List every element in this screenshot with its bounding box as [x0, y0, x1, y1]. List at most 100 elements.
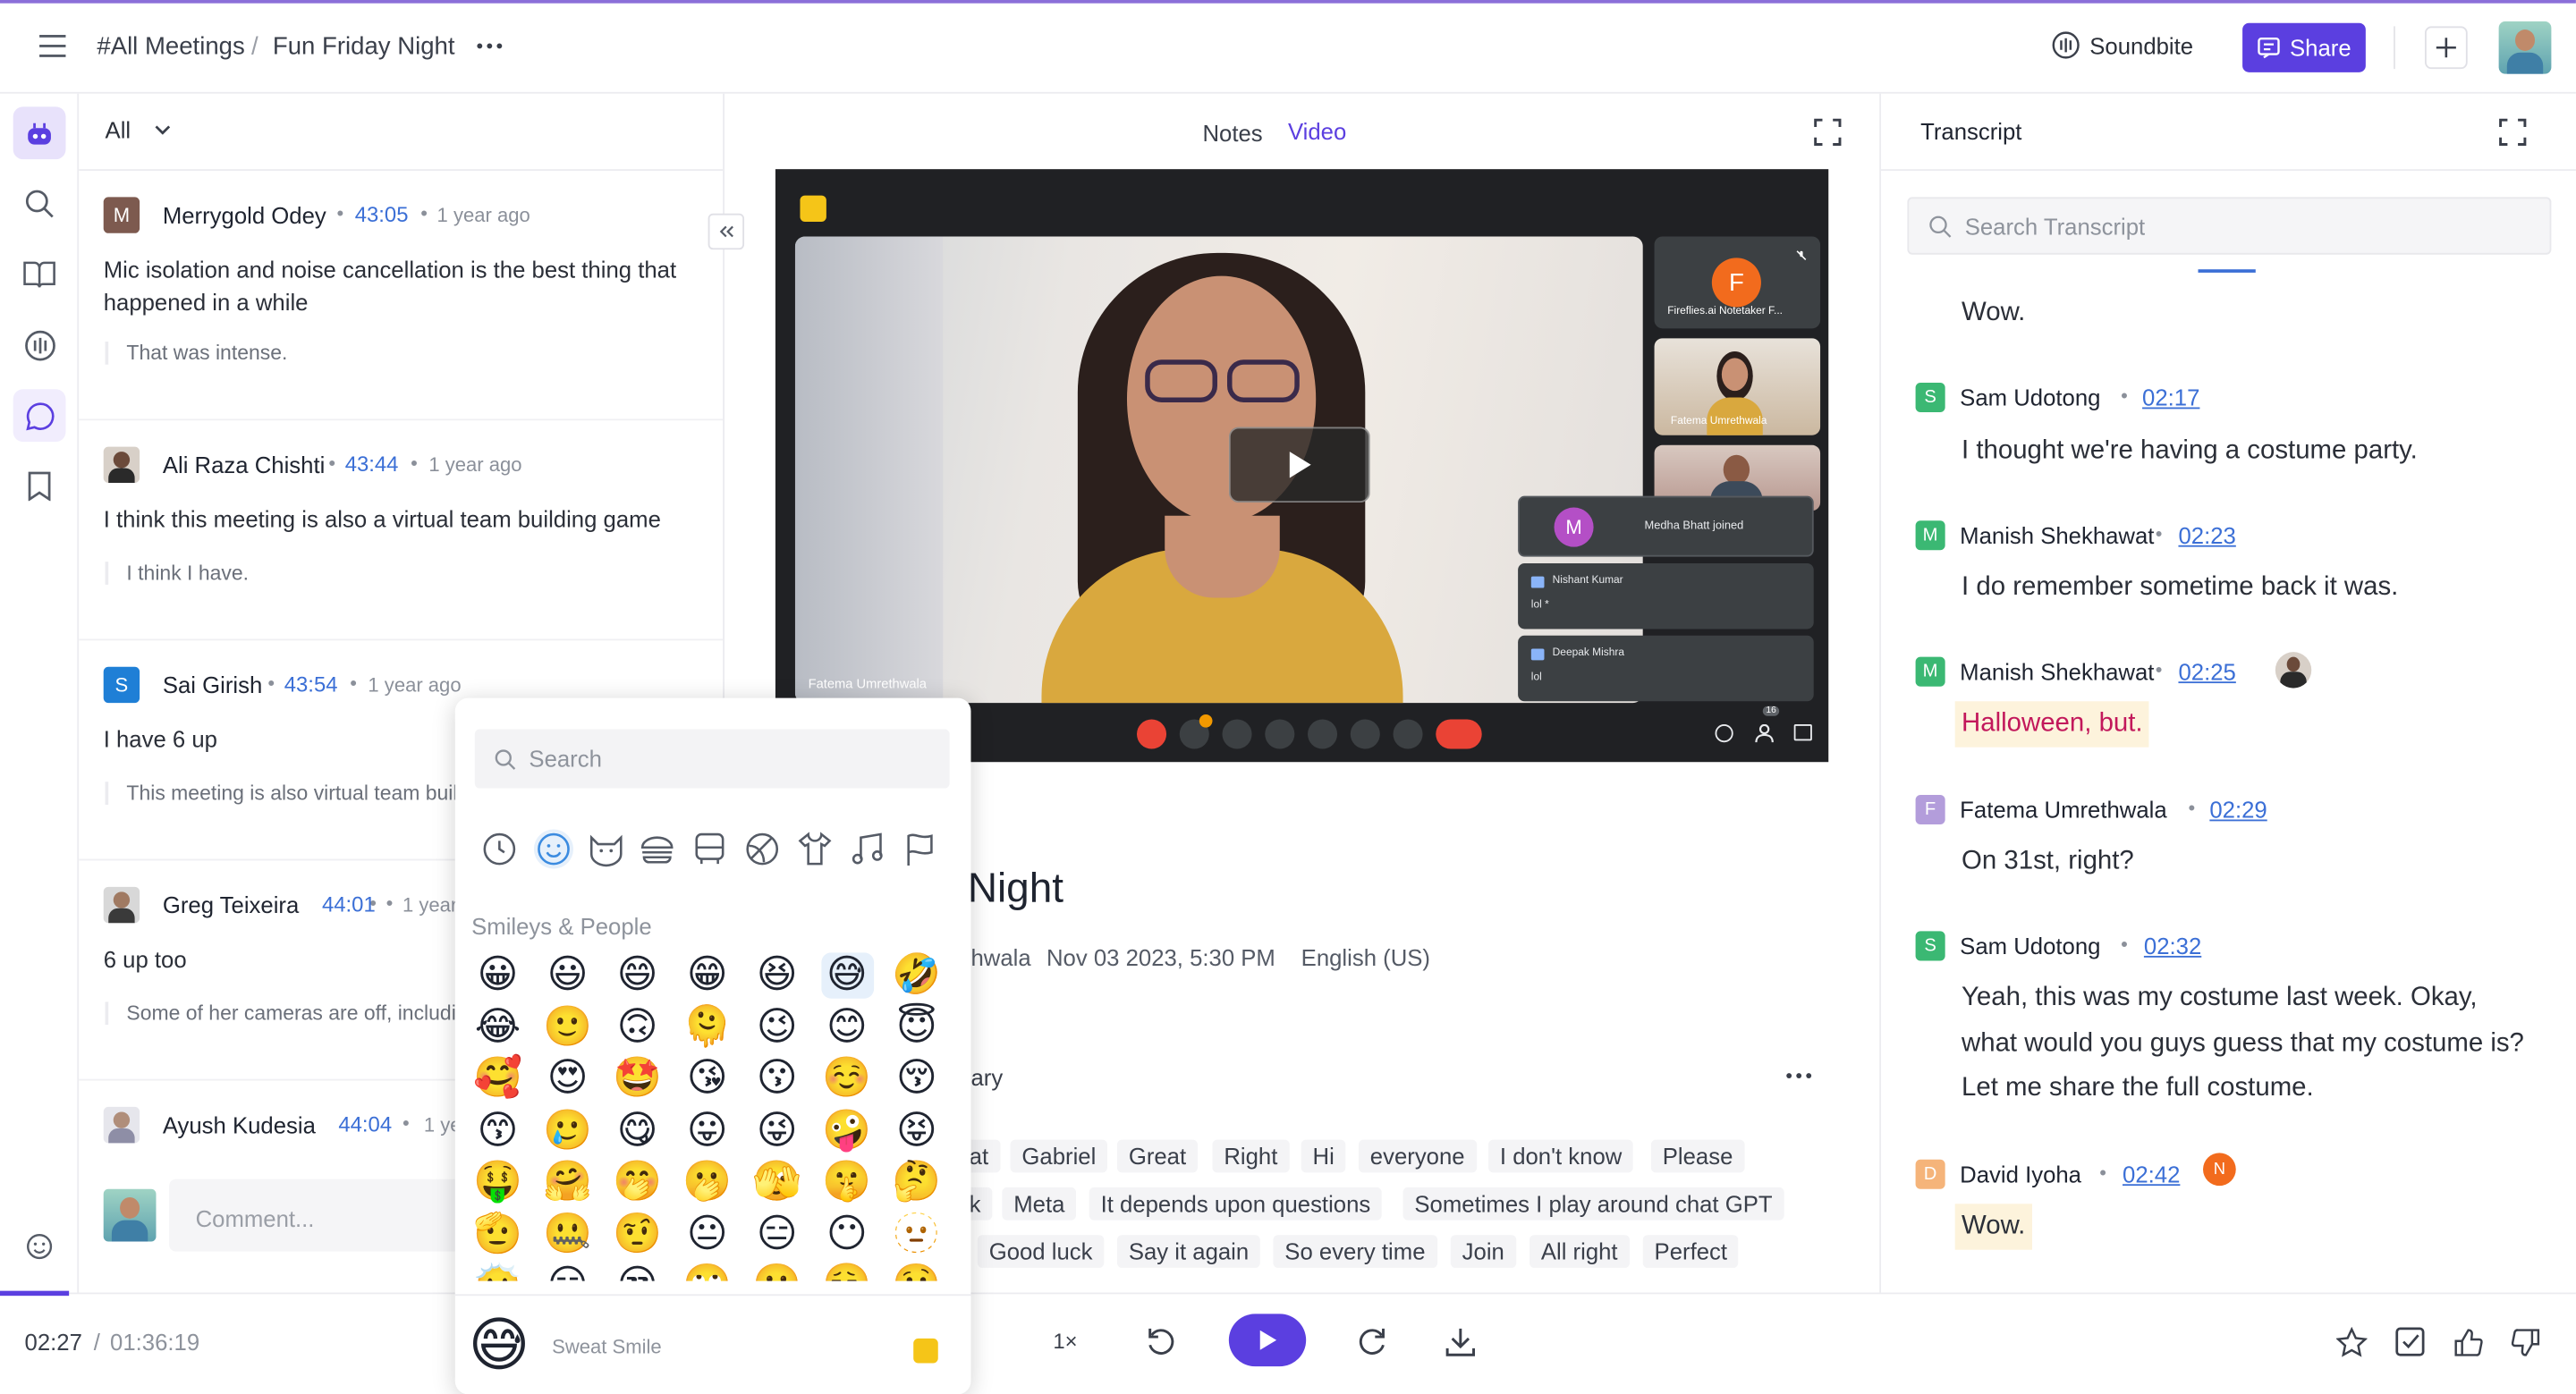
smileys-category-icon[interactable]: [533, 829, 574, 869]
transcript-timestamp[interactable]: 02:32: [2144, 933, 2201, 959]
add-icon[interactable]: [2424, 26, 2468, 70]
comment-timestamp[interactable]: 43:05: [355, 202, 409, 227]
emoji-option[interactable]: 🙂: [541, 1004, 594, 1050]
comment-timestamp[interactable]: 43:44: [345, 452, 399, 477]
keyword-chip[interactable]: everyone: [1358, 1139, 1477, 1173]
flags-category-icon[interactable]: [902, 831, 941, 870]
symbols-category-icon[interactable]: [850, 831, 889, 870]
expand-icon[interactable]: [2496, 115, 2529, 148]
emoji-option[interactable]: 🤥: [890, 1263, 943, 1280]
soundbites-icon[interactable]: [13, 318, 66, 371]
keyword-chip[interactable]: Say it again: [1116, 1235, 1261, 1268]
transcript-search-input[interactable]: Search Transcript: [1907, 197, 2552, 255]
playback-progress[interactable]: [0, 1290, 70, 1297]
objects-category-icon[interactable]: [797, 831, 836, 870]
keyword-chip[interactable]: Join: [1450, 1235, 1516, 1268]
more-options-icon[interactable]: [470, 26, 509, 65]
emoji-option[interactable]: 🤫: [820, 1160, 873, 1205]
emoji-option[interactable]: 😂: [471, 1004, 524, 1050]
emoji-option[interactable]: 😐: [681, 1212, 733, 1257]
animals-category-icon[interactable]: [587, 831, 626, 870]
emoji-option[interactable]: 🤑: [471, 1160, 524, 1205]
keyword-chip[interactable]: Good luck: [977, 1235, 1105, 1268]
comment-timestamp[interactable]: 43:54: [284, 672, 338, 697]
comment-timestamp[interactable]: 44:01: [322, 891, 376, 917]
search-icon[interactable]: [13, 177, 66, 230]
emoji-icon[interactable]: [13, 1221, 66, 1273]
rewind-icon[interactable]: [1142, 1322, 1182, 1362]
emoji-search-input[interactable]: Search: [474, 729, 950, 789]
emoji-option[interactable]: 😏: [541, 1263, 594, 1280]
emoji-option[interactable]: 🙄: [681, 1263, 733, 1280]
keyword-chip[interactable]: Meta: [1002, 1187, 1077, 1221]
bookmark-icon[interactable]: [13, 460, 66, 512]
emoji-option[interactable]: 😗: [750, 1056, 803, 1102]
emoji-option[interactable]: 😙: [471, 1108, 524, 1153]
keyword-chip[interactable]: Please: [1650, 1139, 1745, 1173]
keyword-chip[interactable]: Gabriel: [1010, 1139, 1108, 1173]
emoji-option[interactable]: 😘: [681, 1056, 733, 1102]
recent-category-icon[interactable]: [481, 831, 521, 870]
emoji-option[interactable]: 😜: [750, 1108, 803, 1153]
emoji-option[interactable]: 😶: [820, 1212, 873, 1257]
user-avatar[interactable]: [2498, 21, 2552, 74]
keyword-chip[interactable]: Perfect: [1642, 1235, 1739, 1268]
transcript-timestamp[interactable]: 02:25: [2178, 659, 2235, 685]
emoji-option[interactable]: 😮‍💨: [820, 1263, 873, 1280]
emoji-option[interactable]: 🫢: [681, 1160, 733, 1205]
emoji-option[interactable]: 🤔: [890, 1160, 943, 1205]
checkbox-icon[interactable]: [2390, 1322, 2429, 1362]
emoji-option[interactable]: 🫠: [681, 1004, 733, 1050]
emoji-option[interactable]: 😉: [750, 1004, 803, 1050]
emoji-option[interactable]: 🤣: [890, 952, 943, 998]
emoji-option[interactable]: 😁: [681, 952, 733, 998]
transcript-timestamp[interactable]: 02:29: [2209, 797, 2267, 823]
emoji-option[interactable]: 😬: [750, 1263, 803, 1280]
comments-filter-dropdown[interactable]: All: [106, 116, 171, 143]
transcript-timestamp[interactable]: 02:17: [2142, 384, 2199, 410]
emoji-option[interactable]: 🤪: [820, 1108, 873, 1153]
emoji-option[interactable]: 🤗: [541, 1160, 594, 1205]
star-icon[interactable]: [2331, 1322, 2370, 1362]
emoji-option[interactable]: 🫣: [750, 1160, 803, 1205]
food-category-icon[interactable]: [639, 831, 678, 870]
keyword-chip[interactable]: Sometimes I play around chat GPT: [1402, 1187, 1784, 1221]
comment-timestamp[interactable]: 44:04: [338, 1111, 392, 1136]
fred-bot-icon[interactable]: [13, 106, 66, 160]
emoji-option[interactable]: 😍: [541, 1056, 594, 1102]
soundbite-button[interactable]: Soundbite: [2052, 31, 2193, 59]
emoji-option[interactable]: 😛: [681, 1108, 733, 1153]
breadcrumb-root[interactable]: #All Meetings: [97, 33, 244, 61]
emoji-option[interactable]: 🫡: [471, 1212, 524, 1257]
emoji-option[interactable]: 😝: [890, 1108, 943, 1153]
keyword-chip[interactable]: So every time: [1273, 1235, 1437, 1268]
comment-item[interactable]: M Merrygold Odey • 43:05 • 1 year ago Mi…: [79, 171, 724, 421]
emoji-option[interactable]: 🥲: [541, 1108, 594, 1153]
thumbs-down-icon[interactable]: [2505, 1322, 2545, 1362]
emoji-option[interactable]: 😅: [820, 952, 874, 999]
emoji-option[interactable]: 😑: [750, 1212, 803, 1257]
emoji-option[interactable]: 😀: [471, 952, 524, 998]
travel-category-icon[interactable]: [691, 831, 731, 870]
comment-item[interactable]: Ali Raza Chishti • 43:44 • 1 year ago I …: [79, 420, 724, 641]
forward-icon[interactable]: [1352, 1322, 1392, 1362]
thumbs-up-icon[interactable]: [2448, 1322, 2487, 1362]
keyword-chip[interactable]: I don't know: [1488, 1139, 1634, 1173]
keyword-chip[interactable]: It depends upon questions: [1089, 1187, 1383, 1221]
transcript-timestamp[interactable]: 02:23: [2178, 522, 2235, 548]
emoji-option[interactable]: 😚: [890, 1056, 943, 1102]
emoji-option[interactable]: 😃: [541, 952, 594, 998]
emoji-option[interactable]: 🥰: [471, 1056, 524, 1102]
emoji-option[interactable]: 😇: [890, 1004, 943, 1050]
emoji-option[interactable]: 😶‍🌫️: [471, 1263, 524, 1280]
download-icon[interactable]: [1441, 1322, 1480, 1362]
emoji-option[interactable]: 😆: [750, 952, 803, 998]
emoji-option[interactable]: 🤭: [611, 1160, 664, 1205]
emoji-option[interactable]: 🙃: [611, 1004, 664, 1050]
keyword-chip[interactable]: Hi: [1301, 1139, 1346, 1173]
emoji-option[interactable]: 🤐: [541, 1212, 594, 1257]
emoji-option[interactable]: 😊: [820, 1004, 873, 1050]
emoji-option[interactable]: ☺️: [820, 1056, 873, 1102]
emoji-option[interactable]: 😋: [611, 1108, 664, 1153]
comments-icon[interactable]: [13, 389, 66, 443]
